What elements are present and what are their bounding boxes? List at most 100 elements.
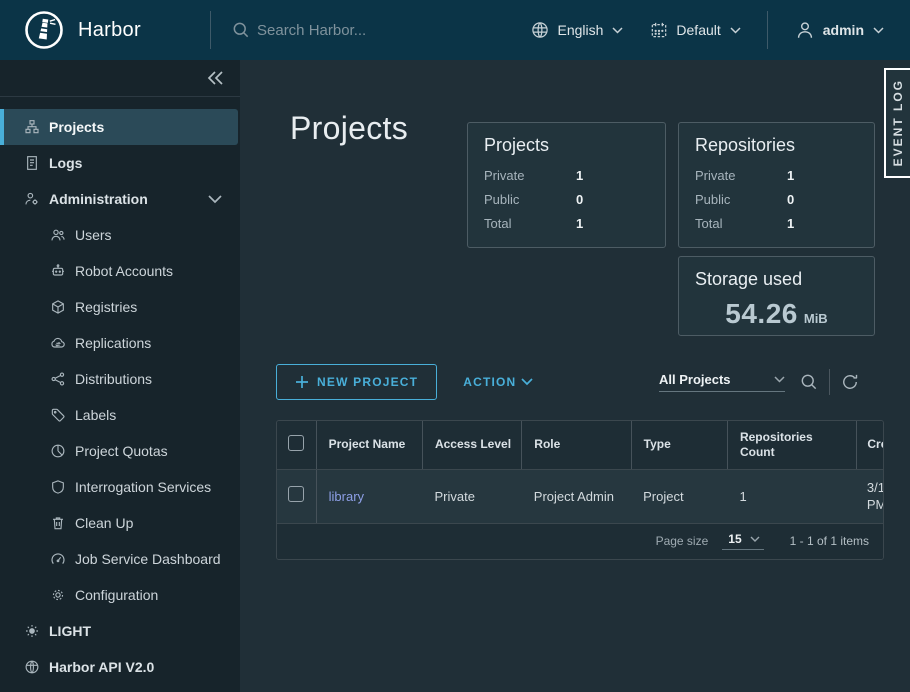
stat-label: Private	[695, 164, 787, 188]
language-label: English	[557, 22, 603, 38]
event-log-tab[interactable]: EVENT LOG	[884, 68, 910, 178]
new-project-label: NEW PROJECT	[317, 375, 418, 389]
language-menu[interactable]: English	[530, 20, 623, 40]
project-link[interactable]: library	[329, 489, 364, 504]
project-filter-select[interactable]: All Projects	[659, 372, 785, 392]
refresh-icon[interactable]	[840, 372, 860, 392]
sidebar-item-label: Configuration	[75, 587, 158, 603]
org-chart-icon	[24, 119, 40, 135]
new-project-button[interactable]: NEW PROJECT	[276, 364, 437, 400]
action-dropdown[interactable]: ACTION	[463, 375, 533, 389]
stat-value: 0	[576, 188, 583, 212]
projects-datagrid: Project Name Access Level Role Type Repo…	[276, 420, 884, 560]
cell-role: Project Admin	[522, 469, 631, 523]
page-size-select[interactable]: 15	[722, 532, 763, 550]
logs-icon	[24, 155, 40, 171]
sidebar-nav: Projects Logs Administration	[0, 109, 240, 685]
theme-icon	[649, 20, 669, 40]
row-checkbox[interactable]	[288, 486, 304, 502]
chevron-down-icon	[750, 536, 760, 542]
sidebar-item-projects[interactable]: Projects	[0, 109, 238, 145]
col-repositories-count: Repositories Count	[727, 421, 856, 469]
sidebar-item-registries[interactable]: Registries	[0, 289, 240, 325]
sidebar-item-configuration[interactable]: Configuration	[0, 577, 240, 613]
theme-menu[interactable]: Default	[649, 20, 740, 40]
sidebar-item-administration[interactable]: Administration	[0, 181, 240, 217]
stat-value: 0	[787, 188, 794, 212]
gear-icon	[50, 587, 66, 603]
pagination-range: 1 - 1 of 1 items	[790, 534, 869, 548]
admin-icon	[24, 191, 40, 207]
stat-value: 1	[787, 164, 794, 188]
chevron-down-icon	[873, 27, 884, 34]
stat-label: Total	[695, 212, 787, 236]
sidebar-collapse-button[interactable]	[0, 60, 240, 97]
user-menu[interactable]: admin	[794, 19, 884, 41]
user-label: admin	[823, 22, 864, 38]
sidebar-item-label: Job Service Dashboard	[75, 551, 221, 567]
sidebar-item-label: Project Quotas	[75, 443, 168, 459]
card-title: Repositories	[695, 135, 858, 156]
cell-creation-time-clipped: 3/1 PM	[857, 469, 884, 523]
trash-icon	[50, 515, 66, 531]
stat-value: 1	[576, 212, 583, 236]
sidebar-item-label: Robot Accounts	[75, 263, 173, 279]
sun-icon	[24, 623, 40, 639]
sidebar-item-labels[interactable]: Labels	[0, 397, 240, 433]
page-title: Projects	[290, 110, 408, 147]
sidebar-item-harbor-api[interactable]: Harbor API V2.0	[0, 649, 240, 685]
stat-label: Private	[484, 164, 576, 188]
sidebar-item-robot-accounts[interactable]: Robot Accounts	[0, 253, 240, 289]
sidebar-item-label: Labels	[75, 407, 116, 423]
chevron-down-icon	[612, 27, 623, 34]
pie-chart-icon	[50, 443, 66, 459]
api-globe-icon	[24, 659, 40, 675]
app-header: Harbor English	[0, 0, 910, 60]
globe-icon	[530, 20, 550, 40]
card-title: Projects	[484, 135, 649, 156]
main-content: Projects Projects Private1 Public0 Total…	[240, 60, 910, 692]
sidebar-item-label: Replications	[75, 335, 151, 351]
summary-cards: Projects Private1 Public0 Total1 Reposit…	[467, 122, 875, 336]
sidebar-item-label: LIGHT	[49, 623, 91, 639]
sidebar-item-label: Clean Up	[75, 515, 133, 531]
table-row: library Private Project Admin Project 1 …	[277, 469, 884, 523]
project-filter-value: All Projects	[659, 372, 731, 387]
shield-icon	[50, 479, 66, 495]
search-input[interactable]	[257, 22, 517, 39]
stat-label: Public	[695, 188, 787, 212]
page-size-label: Page size	[656, 534, 709, 548]
sidebar-item-users[interactable]: Users	[0, 217, 240, 253]
sidebar-item-logs[interactable]: Logs	[0, 145, 240, 181]
cell-repositories-count: 1	[727, 469, 856, 523]
sidebar-item-job-service-dashboard[interactable]: Job Service Dashboard	[0, 541, 240, 577]
sidebar: Projects Logs Administration	[0, 60, 240, 692]
user-icon	[794, 19, 816, 41]
sidebar-item-distributions[interactable]: Distributions	[0, 361, 240, 397]
chevron-down-icon	[774, 376, 785, 383]
sidebar-item-clean-up[interactable]: Clean Up	[0, 505, 240, 541]
sidebar-item-label: Registries	[75, 299, 137, 315]
col-access-level: Access Level	[422, 421, 521, 469]
sidebar-item-label: Harbor API V2.0	[49, 659, 154, 675]
sidebar-item-label: Logs	[49, 155, 82, 171]
chevron-down-icon	[208, 195, 222, 204]
search-icon[interactable]	[799, 372, 819, 392]
stat-label: Total	[484, 212, 576, 236]
sidebar-item-label: Interrogation Services	[75, 479, 211, 495]
sidebar-item-replications[interactable]: Replications	[0, 325, 240, 361]
double-chevron-left-icon	[206, 70, 224, 86]
sidebar-item-interrogation-services[interactable]: Interrogation Services	[0, 469, 240, 505]
gauge-icon	[50, 551, 66, 567]
sidebar-item-label: Distributions	[75, 371, 152, 387]
sidebar-item-project-quotas[interactable]: Project Quotas	[0, 433, 240, 469]
cloud-sync-icon	[50, 335, 66, 351]
sidebar-item-light-theme-toggle[interactable]: LIGHT	[0, 613, 240, 649]
card-title: Storage used	[695, 269, 858, 290]
brand[interactable]: Harbor	[0, 10, 210, 50]
plus-icon	[295, 375, 309, 389]
global-search[interactable]	[231, 20, 530, 40]
select-all-checkbox[interactable]	[288, 435, 304, 451]
cube-icon	[50, 299, 66, 315]
action-label: ACTION	[463, 375, 516, 389]
